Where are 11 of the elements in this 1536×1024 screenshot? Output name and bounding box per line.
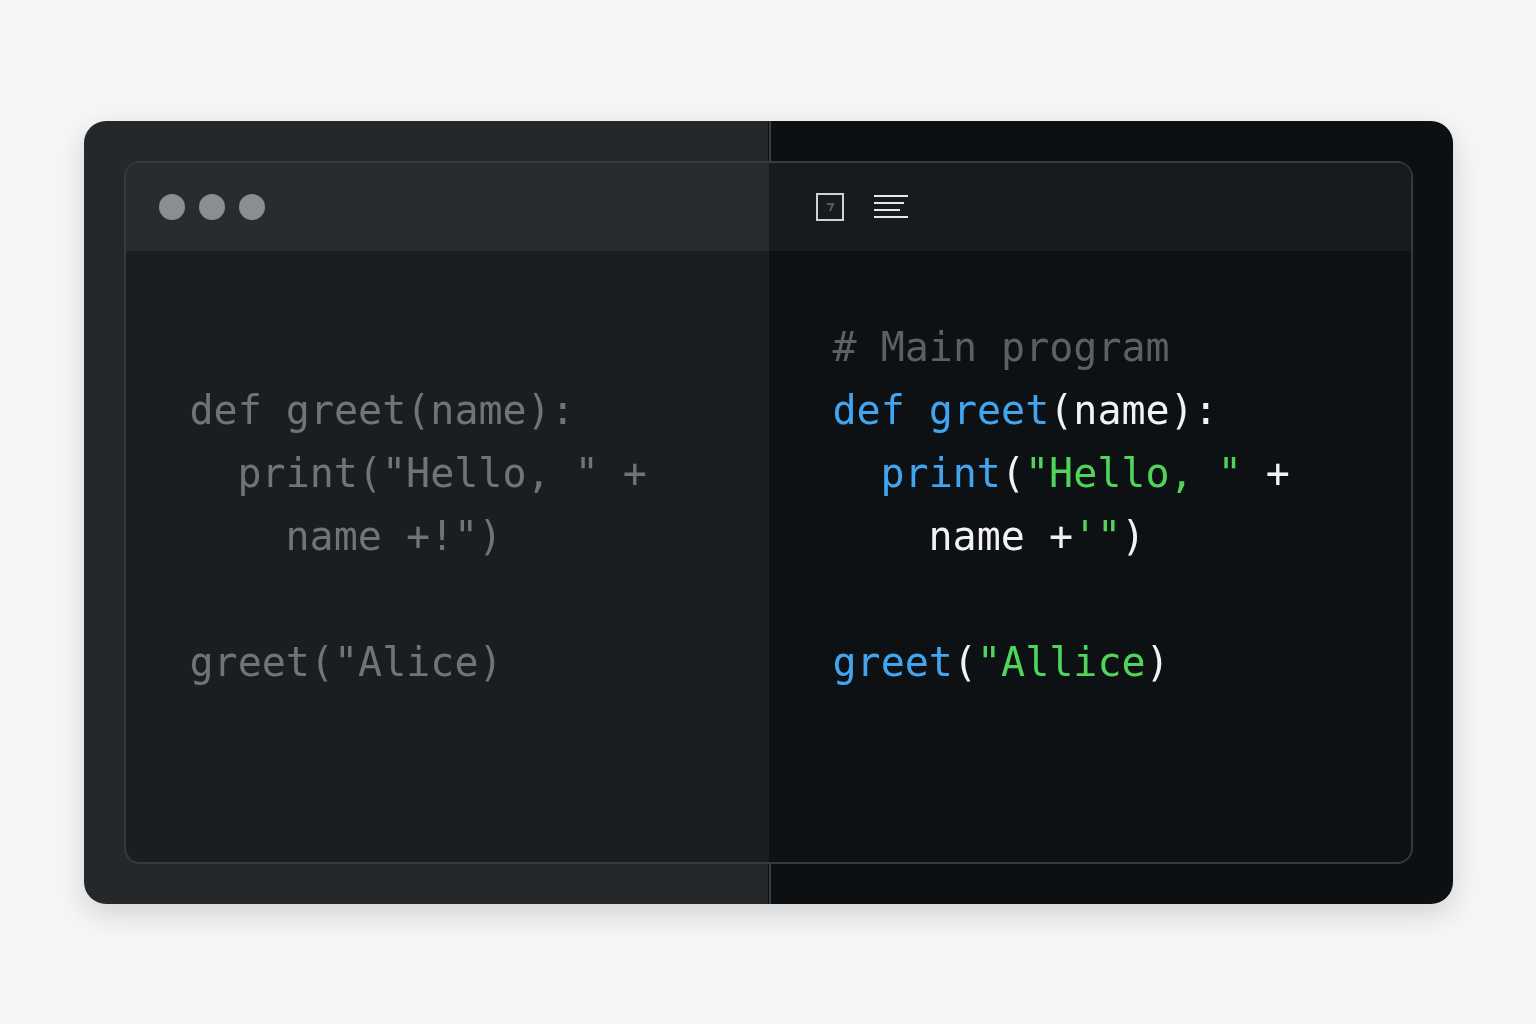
square-icon[interactable] — [815, 192, 844, 221]
code-line: name +!") — [285, 511, 503, 561]
code-line: print("Hello, " + — [237, 448, 647, 498]
code-line: name +'") — [928, 511, 1146, 561]
code-line: greet("Allice) — [832, 637, 1170, 687]
code-line: # Main program — [832, 322, 1170, 372]
code-line: def greet(name): — [189, 385, 575, 435]
code-line: print("Hello, " + — [880, 448, 1290, 498]
code-line: def greet(name): — [832, 385, 1218, 435]
align-left-icon[interactable] — [873, 194, 908, 219]
code-line: greet("Alice) — [189, 637, 503, 687]
